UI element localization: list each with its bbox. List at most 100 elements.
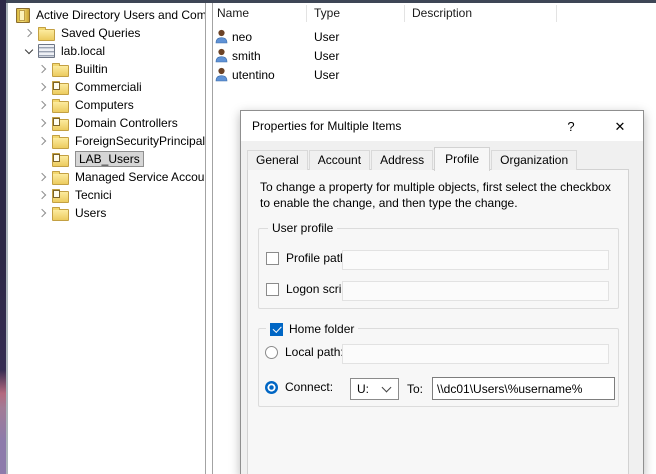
user-icon [215, 29, 228, 44]
connect-radio[interactable] [265, 381, 278, 394]
folder-icon [52, 101, 69, 113]
tree-item-label: Tecnici [75, 187, 112, 203]
tree-item-label: Saved Queries [61, 25, 140, 41]
chevron-right-icon[interactable] [38, 82, 48, 92]
tree-item-tecnici[interactable]: Tecnici [8, 186, 206, 204]
tree-item-computers[interactable]: Computers [8, 96, 206, 114]
list-cell-type: User [314, 49, 339, 63]
user-profile-legend: User profile [268, 221, 337, 236]
list-cell-type: User [314, 68, 339, 82]
ou-folder-icon [52, 83, 69, 95]
local-path-radio[interactable] [265, 346, 278, 359]
tab-address[interactable]: Address [371, 150, 433, 170]
dialog-titlebar[interactable]: Properties for Multiple Items ? ✕ [241, 111, 643, 141]
local-path-label: Local path: [285, 345, 344, 359]
chevron-right-icon[interactable] [38, 118, 48, 128]
column-header-type[interactable]: Type [314, 3, 340, 23]
connect-label: Connect: [285, 380, 333, 394]
list-row-smith[interactable]: smith User [213, 46, 656, 65]
help-button[interactable]: ? [559, 116, 583, 138]
tree-item-label: Users [75, 205, 106, 221]
tree-item-lab-local[interactable]: lab.local [8, 42, 206, 60]
user-icon [215, 67, 228, 82]
home-folder-path-input[interactable] [432, 377, 615, 400]
tree-item-label: Active Directory Users and Com [36, 7, 206, 23]
tree-item-root[interactable]: Active Directory Users and Com [8, 6, 206, 24]
profile-path-input[interactable] [342, 250, 609, 270]
console-tree-panel: Active Directory Users and Com Saved Que… [8, 3, 206, 474]
tree-item-saved-queries[interactable]: Saved Queries [8, 24, 206, 42]
profile-path-label: Profile path: [286, 251, 350, 265]
list-row-utentino[interactable]: utentino User [213, 65, 656, 84]
tree-item-label-selected: LAB_Users [75, 151, 144, 167]
chevron-right-icon[interactable] [38, 100, 48, 110]
chevron-down-icon[interactable] [24, 46, 34, 56]
home-folder-legend-row: Home folder [266, 322, 358, 336]
list-cell-name: neo [232, 30, 252, 44]
folder-icon [38, 29, 55, 41]
ou-folder-icon [52, 155, 69, 167]
column-separator[interactable] [306, 5, 307, 22]
home-folder-group: Home folder Local path: Connect: U: To: [258, 328, 619, 407]
chevron-right-icon[interactable] [38, 190, 48, 200]
column-header-name[interactable]: Name [217, 3, 249, 23]
ou-folder-icon [52, 191, 69, 203]
dialog-description: To change a property for multiple object… [260, 180, 618, 211]
tab-profile[interactable]: Profile [434, 147, 490, 171]
tree-item-managed-service-accounts[interactable]: Managed Service Accoun [8, 168, 206, 186]
tab-account[interactable]: Account [309, 150, 370, 170]
tab-strip: General Account Address Profile Organiza… [247, 146, 637, 170]
home-folder-label: Home folder [289, 322, 354, 336]
tree-item-label: Computers [75, 97, 134, 113]
tree-item-label: Builtin [75, 61, 108, 77]
list-row-neo[interactable]: neo User [213, 27, 656, 46]
connect-row: Connect: [265, 380, 333, 394]
column-separator[interactable] [404, 5, 405, 22]
chevron-right-icon[interactable] [38, 172, 48, 182]
user-icon [215, 48, 228, 63]
tree-item-commerciali[interactable]: Commerciali [8, 78, 206, 96]
drive-letter-select[interactable]: U: [350, 378, 399, 400]
folder-icon [52, 173, 69, 185]
logon-script-checkbox[interactable] [266, 283, 279, 296]
tree-item-users[interactable]: Users [8, 204, 206, 222]
chevron-right-icon[interactable] [38, 136, 48, 146]
tree-item-label: Managed Service Accoun [75, 169, 206, 185]
tree-item-lab-users[interactable]: LAB_Users [8, 150, 206, 168]
properties-dialog: Properties for Multiple Items ? ✕ Genera… [240, 110, 644, 474]
close-icon[interactable]: ✕ [603, 114, 637, 139]
dialog-title: Properties for Multiple Items [252, 119, 401, 133]
tree-item-label: lab.local [61, 43, 105, 59]
tab-general[interactable]: General [247, 150, 308, 170]
aduc-window: Active Directory Users and Com Saved Que… [0, 0, 656, 474]
domain-icon [38, 44, 55, 58]
tree-item-label: Domain Controllers [75, 115, 178, 131]
profile-path-checkbox[interactable] [266, 252, 279, 265]
tree-item-foreign-security-principals[interactable]: ForeignSecurityPrincipals [8, 132, 206, 150]
directory-root-icon [16, 8, 30, 23]
chevron-right-icon[interactable] [38, 208, 48, 218]
tree-item-label: ForeignSecurityPrincipals [75, 133, 206, 149]
tree-item-domain-controllers[interactable]: Domain Controllers [8, 114, 206, 132]
profile-path-row: Profile path: [266, 251, 350, 265]
chevron-down-icon [382, 383, 392, 393]
to-label: To: [407, 382, 423, 396]
column-header-description[interactable]: Description [412, 3, 472, 23]
list-cell-name: utentino [232, 68, 275, 82]
local-path-row: Local path: [265, 345, 344, 359]
local-path-input[interactable] [342, 344, 609, 364]
chevron-right-icon[interactable] [24, 28, 34, 38]
column-separator[interactable] [556, 5, 557, 22]
home-folder-checkbox[interactable] [270, 323, 283, 336]
tree-item-builtin[interactable]: Builtin [8, 60, 206, 78]
panel-splitter[interactable] [206, 3, 213, 474]
chevron-right-icon[interactable] [38, 64, 48, 74]
drive-letter-value: U: [351, 382, 383, 396]
logon-script-input[interactable] [342, 281, 609, 301]
list-cell-name: smith [232, 49, 261, 63]
user-profile-group: User profile Profile path: Logon script: [258, 228, 619, 309]
tab-organization[interactable]: Organization [491, 150, 577, 170]
tree-item-label: Commerciali [75, 79, 142, 95]
list-cell-type: User [314, 30, 339, 44]
ou-folder-icon [52, 119, 69, 131]
